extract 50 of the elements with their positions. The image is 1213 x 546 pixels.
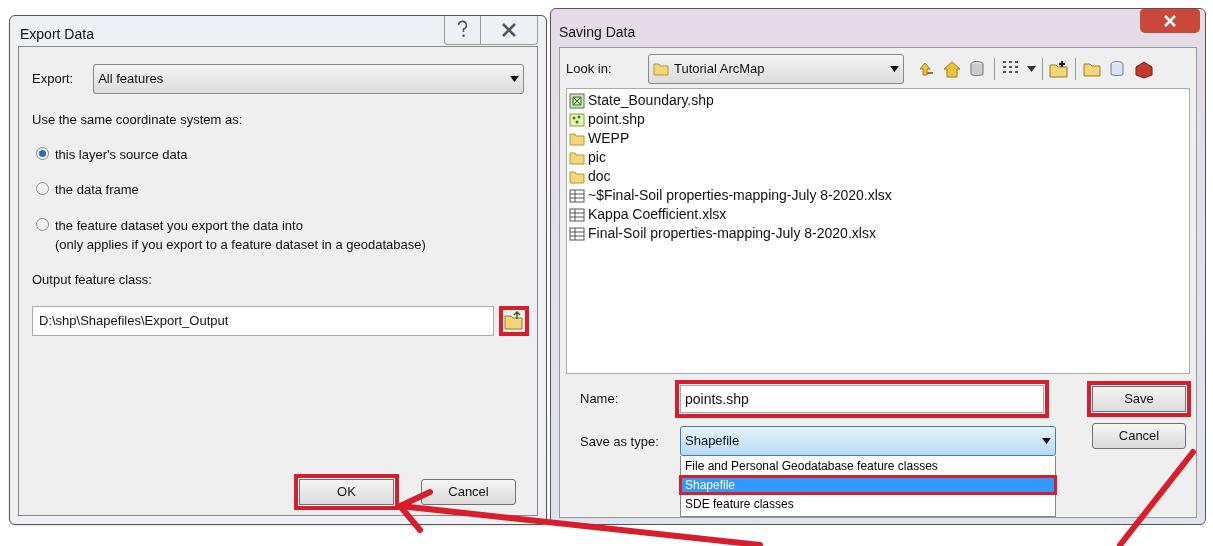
save-type-dropdown[interactable]: Shapefile [680, 426, 1056, 456]
radio-label: the feature dataset you export the data into [55, 216, 304, 235]
window-title: Export Data [20, 25, 94, 44]
caret-icon [510, 76, 519, 82]
folder-icon [569, 168, 585, 185]
file-item[interactable]: Final-Soil properties-mapping-July 8-2020.xlsx [569, 224, 1189, 243]
close-icon[interactable] [1140, 9, 1200, 33]
field-label: Save as type: [580, 433, 660, 451]
polygon-layer-icon [569, 92, 585, 109]
file-item[interactable]: point.shp [569, 110, 1189, 129]
dialog-button[interactable]: OK [294, 474, 399, 510]
field-label: Export: [32, 70, 74, 89]
spreadsheet-icon [569, 206, 585, 223]
file-item[interactable]: ~$Final-Soil properties-mapping-July 8-2020.xlsx [569, 186, 1189, 205]
folder-icon [569, 130, 585, 147]
radio-button[interactable] [36, 146, 49, 160]
caret-icon[interactable] [1027, 66, 1036, 72]
radio-button[interactable] [36, 217, 49, 231]
radio-note: (only applies if you export to a feature dataset in a geodatabase) [55, 236, 426, 254]
output-path-field[interactable]: D:\shp\Shapefiles\Export_Output [32, 306, 494, 336]
field-label: Output feature class: [32, 270, 153, 289]
file-item[interactable]: pic [569, 148, 1189, 167]
dropdown-option[interactable]: File and Personal Geodatabase feature classes [681, 458, 1055, 474]
file-item[interactable]: WEPP [569, 129, 1189, 148]
field-label: Name: [580, 390, 620, 409]
file-item[interactable]: State_Boundary.shp [569, 91, 1189, 110]
folder-icon [653, 61, 669, 77]
file-item[interactable]: Kappa Coefficient.xlsx [569, 205, 1189, 224]
caret-icon [1042, 438, 1051, 444]
radio-label: this layer's source data [55, 145, 188, 164]
dropdown-option[interactable]: SDE feature classes [681, 496, 1055, 512]
point-layer-icon [569, 111, 585, 128]
export-dropdown[interactable]: All features [93, 64, 524, 94]
dialog-button[interactable]: Cancel [1092, 423, 1186, 449]
dialog-button[interactable]: Save [1087, 381, 1191, 417]
folder-icon [569, 149, 585, 166]
section-label: Use the same coordinate system as: [32, 111, 244, 129]
field-label: Look in: [566, 60, 613, 79]
spreadsheet-icon [569, 225, 585, 242]
new-folder-icon[interactable] [1049, 59, 1069, 79]
window-title: Saving Data [559, 23, 636, 42]
spreadsheet-icon [569, 187, 585, 204]
file-item[interactable]: doc [569, 167, 1189, 186]
name-field[interactable]: points.shp [680, 385, 1044, 413]
radio-button[interactable] [36, 182, 49, 195]
radio-label: the data frame [55, 181, 139, 199]
caret-icon [890, 66, 899, 72]
home-icon[interactable] [942, 59, 962, 79]
dialog-button[interactable]: Cancel [421, 479, 516, 505]
look-in-dropdown[interactable]: Tutorial ArcMap [648, 54, 904, 84]
